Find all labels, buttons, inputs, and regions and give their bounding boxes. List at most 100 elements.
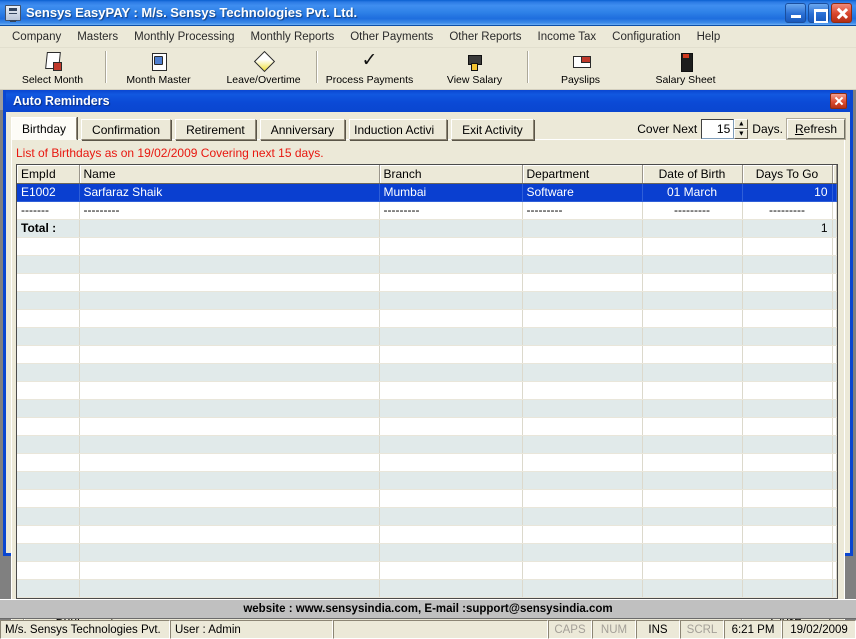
cell-empty	[379, 273, 523, 292]
table-row-empty[interactable]	[17, 435, 837, 454]
menu-item-other-reports[interactable]: Other Reports	[441, 29, 529, 45]
salary-sheet-icon	[675, 51, 697, 72]
menu-item-company[interactable]: Company	[4, 29, 69, 45]
column-header-days-to-go[interactable]: Days To Go	[742, 165, 833, 184]
tab-exit-activity[interactable]: Exit Activity	[451, 119, 534, 140]
status-user: User : Admin	[170, 620, 333, 639]
table-row-empty[interactable]	[17, 255, 837, 274]
days-input[interactable]: 15	[701, 119, 735, 139]
tab-anniversary[interactable]: Anniversary	[259, 119, 346, 140]
menu-item-configuration[interactable]: Configuration	[604, 29, 688, 45]
toolbar-button-leave-overtime[interactable]: Leave/Overtime	[211, 48, 316, 89]
table-row-empty[interactable]	[17, 309, 837, 328]
table-row-empty[interactable]	[17, 327, 837, 346]
toolbar-button-payslips[interactable]: Payslips	[528, 48, 633, 89]
table-row-empty[interactable]	[17, 453, 837, 472]
cell-empty	[832, 255, 837, 274]
status-date: 19/02/2009	[782, 620, 856, 639]
restore-button[interactable]	[808, 2, 829, 23]
close-button[interactable]	[831, 2, 852, 23]
cell-empty	[642, 471, 743, 490]
menu-item-monthly-reports[interactable]: Monthly Reports	[242, 29, 342, 45]
tab-induction-activity[interactable]: Induction Activi	[349, 119, 448, 140]
main-window-titlebar: Sensys EasyPAY : M/s. Sensys Technologie…	[0, 0, 856, 26]
status-message	[333, 620, 548, 639]
refresh-button[interactable]: Refresh	[785, 118, 847, 140]
cell-empty	[642, 363, 743, 382]
cell-empty	[742, 489, 833, 508]
menubar: Company Masters Monthly Processing Month…	[0, 26, 856, 48]
table-row-empty[interactable]	[17, 561, 837, 580]
table-row-empty[interactable]	[17, 525, 837, 544]
column-header-department[interactable]: Department	[522, 165, 643, 184]
cell-days-to-go: ---------	[742, 201, 833, 220]
spinner-down-button[interactable]: ▼	[734, 129, 749, 139]
table-row[interactable]: ------- --------- --------- --------- --…	[17, 201, 837, 220]
table-row-empty[interactable]	[17, 291, 837, 310]
menu-item-income-tax[interactable]: Income Tax	[530, 29, 605, 45]
column-header-filler	[832, 165, 837, 184]
toolbar-label: Payslips	[560, 74, 601, 86]
menu-item-monthly-processing[interactable]: Monthly Processing	[126, 29, 242, 45]
menu-item-masters[interactable]: Masters	[69, 29, 126, 45]
cell-empty	[79, 525, 380, 544]
table-row-empty[interactable]	[17, 399, 837, 418]
table-row-empty[interactable]	[17, 507, 837, 526]
cell-empty	[642, 453, 743, 472]
minimize-button[interactable]	[785, 2, 806, 23]
cell-empty	[79, 327, 380, 346]
toolbar-button-select-month[interactable]: Select Month	[0, 48, 105, 89]
reminders-grid-container[interactable]: EmpId Name Branch Department Date of Bir…	[16, 164, 838, 599]
cell-empty	[79, 453, 380, 472]
cell-empty	[79, 399, 380, 418]
spinner-up-button[interactable]: ▲	[734, 119, 749, 129]
table-row-empty[interactable]	[17, 237, 837, 256]
cell-empty	[17, 561, 80, 580]
table-row-empty[interactable]	[17, 471, 837, 490]
grid-empty-rows	[17, 237, 837, 598]
tab-confirmation[interactable]: Confirmation	[81, 119, 172, 140]
cell-filler	[832, 219, 837, 238]
menu-item-other-payments[interactable]: Other Payments	[342, 29, 441, 45]
dialog-close-icon[interactable]	[830, 93, 847, 109]
cell-empty	[379, 561, 523, 580]
table-row-empty[interactable]	[17, 381, 837, 400]
cell-empty	[79, 471, 380, 490]
view-salary-icon	[464, 51, 486, 72]
column-header-date-of-birth[interactable]: Date of Birth	[642, 165, 743, 184]
table-row-empty[interactable]	[17, 543, 837, 562]
menu-item-help[interactable]: Help	[689, 29, 729, 45]
cell-empty	[832, 309, 837, 328]
cell-filler	[832, 183, 837, 202]
cell-empty	[742, 273, 833, 292]
days-suffix-label: Days.	[752, 122, 783, 136]
table-row-empty[interactable]	[17, 489, 837, 508]
tab-retirement[interactable]: Retirement	[175, 119, 256, 140]
tab-birthday[interactable]: Birthday	[11, 117, 78, 140]
cell-department: Software	[522, 183, 643, 202]
toolbar-button-month-master[interactable]: Month Master	[106, 48, 211, 89]
toolbar-button-view-salary[interactable]: View Salary	[422, 48, 527, 89]
column-header-empid[interactable]: EmpId	[17, 165, 80, 184]
cell-empty	[832, 525, 837, 544]
table-row[interactable]: E1002 Sarfaraz Shaik Mumbai Software 01 …	[17, 183, 837, 202]
days-spinner[interactable]: 15 ▲ ▼	[701, 119, 749, 139]
cell-empty	[832, 471, 837, 490]
cell-empty	[522, 309, 643, 328]
toolbar-button-salary-sheet[interactable]: Salary Sheet	[633, 48, 738, 89]
column-header-name[interactable]: Name	[79, 165, 380, 184]
status-caps: CAPS	[548, 620, 592, 639]
table-row-empty[interactable]	[17, 345, 837, 364]
cell-empty	[832, 417, 837, 436]
cell-date-of-birth: 01 March	[642, 183, 743, 202]
total-value: 1	[742, 219, 833, 238]
table-row-empty[interactable]	[17, 363, 837, 382]
toolbar-button-process-payments[interactable]: Process Payments	[317, 48, 422, 89]
table-row-empty[interactable]	[17, 273, 837, 292]
table-row-empty[interactable]	[17, 417, 837, 436]
table-row-empty[interactable]	[17, 579, 837, 598]
cell-empty	[379, 309, 523, 328]
cell-empty	[642, 435, 743, 454]
cell-empty	[379, 471, 523, 490]
column-header-branch[interactable]: Branch	[379, 165, 523, 184]
